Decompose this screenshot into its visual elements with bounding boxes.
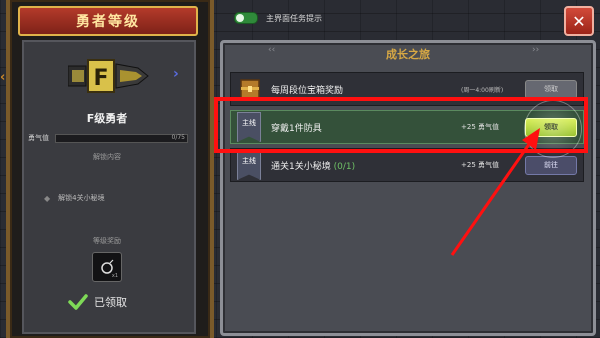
pointer-arrow-icon	[450, 128, 540, 256]
